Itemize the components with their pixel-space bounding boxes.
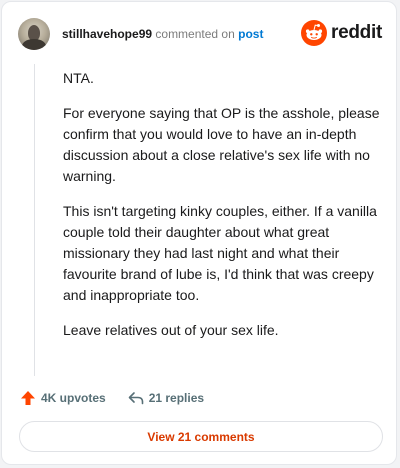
comment-body: NTA. For everyone saying that OP is the … xyxy=(63,68,381,355)
reply-count: 21 replies xyxy=(148,391,205,405)
view-comments-button[interactable]: View 21 comments xyxy=(19,421,383,452)
upvote-button[interactable]: 4K upvotes xyxy=(20,390,106,406)
reddit-wordmark: reddit xyxy=(331,22,382,43)
commented-on-text: commented on xyxy=(155,27,235,41)
avatar-shoulders xyxy=(22,39,46,50)
comment-meta: stillhavehope99 commented on post xyxy=(62,26,263,42)
reply-button[interactable]: 21 replies xyxy=(128,391,204,405)
avatar[interactable] xyxy=(18,18,50,50)
comment-header: stillhavehope99 commented on post reddit xyxy=(18,18,382,52)
reply-arrow-icon xyxy=(128,392,143,405)
username-link[interactable]: stillhavehope99 xyxy=(62,27,152,41)
upvote-count: 4K upvotes xyxy=(41,391,106,405)
comment-card: stillhavehope99 commented on post reddit… xyxy=(1,1,397,465)
comment-paragraph: This isn't targeting kinky couples, eith… xyxy=(63,203,377,303)
comment-paragraph: Leave relatives out of your sex life. xyxy=(63,322,279,338)
comment-paragraph: For everyone saying that OP is the assho… xyxy=(63,105,380,184)
reddit-snoo-icon xyxy=(301,20,328,46)
upvote-arrow-icon xyxy=(21,391,35,405)
reddit-logo[interactable]: reddit xyxy=(301,20,382,46)
comment-paragraph: NTA. xyxy=(63,70,94,86)
comment-actions: 4K upvotes 21 replies xyxy=(20,388,226,408)
post-link[interactable]: post xyxy=(238,27,263,41)
thread-line[interactable] xyxy=(34,64,35,376)
